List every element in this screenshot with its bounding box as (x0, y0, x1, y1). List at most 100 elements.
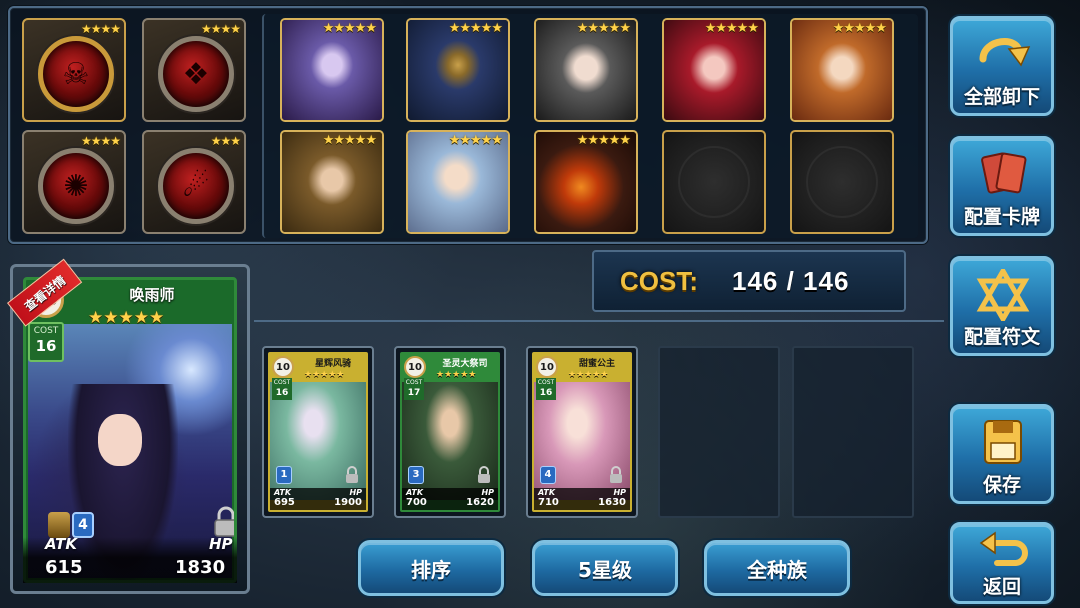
cost-number: 16 (35, 337, 57, 355)
lock-icon[interactable] (344, 466, 360, 484)
deck-card-name: 星辉风骑 (314, 359, 351, 369)
card-stars: ★★★★★ (576, 21, 631, 36)
deck-card-stars: ★★★★★ (568, 370, 609, 380)
save-button[interactable]: 保存 (950, 404, 1054, 504)
cost-value: 146 / 146 (732, 265, 850, 296)
cost-label: COST: (620, 265, 698, 296)
featured-card-cost: COST 16 (28, 322, 64, 362)
blast-rune-icon: ✺ (38, 148, 114, 224)
empty-deck-slot[interactable] (792, 346, 914, 518)
config-runes-label: 配置符文 (963, 326, 1040, 348)
featured-card[interactable]: 唤雨师 ★★★★★ 10 COST 16 4 ATK HP 615 1830 查… (7, 258, 250, 594)
card-slot[interactable]: ★★★★★ (406, 18, 510, 122)
config-cards-button[interactable]: 配置卡牌 (950, 136, 1054, 236)
deck-card-stats: ATK HP 695 1900 (270, 488, 366, 510)
hp-label: HP (209, 535, 233, 553)
flame-rune-icon: ☄ (158, 148, 234, 224)
deck-card-stars: ★★★★★ (436, 370, 477, 380)
card-slot[interactable]: ★★★★★ (280, 130, 384, 234)
deck-card[interactable]: 10 COST 16 星辉风骑 ★★★★★ 1 ATK HP 695 1900 (262, 346, 374, 518)
deck-card-cost: COST 17 (404, 378, 424, 400)
hp-value: 1830 (175, 557, 226, 578)
atk-label: ATK (45, 535, 78, 553)
race-filter-button[interactable]: 全种族 (704, 540, 850, 596)
cost-number: 17 (407, 388, 421, 398)
card-slot[interactable]: ★★★★★ (662, 18, 766, 122)
unload-all-button[interactable]: 全部卸下 (950, 16, 1054, 116)
empty-deck-slot[interactable] (658, 346, 780, 518)
deck-card-cost: COST 16 (536, 378, 556, 400)
deck-card-level: 10 (404, 356, 426, 378)
card-slot[interactable]: ★★★★★ (406, 130, 510, 234)
rune-slot-1[interactable]: ☠ ★★★★ (22, 18, 126, 122)
featured-card-stats: ATK HP 615 1830 (23, 535, 237, 583)
deck-card-name: 圣灵大祭司 (442, 359, 488, 369)
deck-card-cost: COST 16 (272, 378, 292, 400)
card-stars: ★★★★★ (448, 133, 503, 148)
back-label: 返回 (982, 576, 1021, 598)
card-stars: ★★★★★ (832, 21, 887, 36)
hp-label: HP (349, 488, 362, 497)
card-section: ★★★★★ ★★★★★ ★★★★★ ★★★★★ ★★★★★ ★★★★★ ★★★★… (262, 14, 918, 238)
hp-value: 1620 (466, 497, 494, 508)
deck-card-stars: ★★★★★ (304, 370, 345, 380)
sort-button[interactable]: 排序 (358, 540, 504, 596)
rune-stars: ★★★ (210, 134, 241, 148)
equipped-panel: ☠ ★★★★ ❖ ★★★★ ✺ ★★★★ ☄ ★★★ ★★★★★ ★★★★★ ★… (8, 6, 928, 244)
empty-card-slot[interactable] (790, 130, 894, 234)
cost-display: COST: 146 / 146 (592, 250, 906, 312)
lock-icon[interactable] (608, 466, 624, 484)
return-arrow-icon (979, 531, 1028, 566)
featured-face (98, 414, 142, 466)
deck-card-frame: 10 COST 17 圣灵大祭司 ★★★★★ 3 ATK HP 700 1620 (400, 352, 500, 512)
hp-label: HP (613, 488, 626, 497)
rune-slot-2[interactable]: ❖ ★★★★ (142, 18, 246, 122)
deck-card-frame: 10 COST 16 星辉风骑 ★★★★★ 1 ATK HP 695 1900 (268, 352, 368, 512)
card-slot[interactable]: ★★★★★ (534, 18, 638, 122)
card-stars: ★★★★★ (448, 21, 503, 36)
atk-label: ATK (538, 488, 556, 497)
deck-card-badge: 1 (276, 466, 292, 484)
atk-label: ATK (406, 488, 424, 497)
deck-card-badge: 4 (540, 466, 556, 484)
lock-icon[interactable] (212, 506, 237, 538)
featured-card-stars: ★★★★★ (88, 308, 165, 328)
deck-card[interactable]: 10 COST 17 圣灵大祭司 ★★★★★ 3 ATK HP 700 1620 (394, 346, 506, 518)
rune-stars: ★★★★ (200, 22, 241, 36)
deck-card-name: 甜蜜公主 (578, 359, 615, 369)
back-button[interactable]: 返回 (950, 522, 1054, 604)
skull-rune-icon: ☠ (38, 36, 114, 112)
deck-card-level: 10 (272, 356, 294, 378)
card-slot[interactable]: ★★★★★ (534, 130, 638, 234)
atk-label: ATK (274, 488, 292, 497)
card-stars: ★★★★★ (576, 133, 631, 148)
card-slot[interactable]: ★★★★★ (280, 18, 384, 122)
save-label: 保存 (982, 474, 1021, 496)
cards-icon (981, 152, 1027, 194)
unload-all-label: 全部卸下 (963, 86, 1040, 108)
hp-label: HP (481, 488, 494, 497)
rune-stars: ★★★★ (80, 22, 121, 36)
deck-card-stats: ATK HP 700 1620 (402, 488, 498, 510)
card-slot[interactable]: ★★★★★ (790, 18, 894, 122)
deck-card[interactable]: 10 COST 16 甜蜜公主 ★★★★★ 4 ATK HP 710 1630 (526, 346, 638, 518)
rune-slot-4[interactable]: ☄ ★★★ (142, 130, 246, 234)
empty-card-slot[interactable] (662, 130, 766, 234)
rune-stars: ★★★★ (80, 134, 121, 148)
cost-caption: COST (405, 379, 423, 386)
cost-caption: COST (273, 379, 291, 386)
star-filter-button[interactable]: 5星级 (532, 540, 678, 596)
config-runes-button[interactable]: 配置符文 (950, 256, 1054, 356)
hp-value: 1630 (598, 497, 626, 508)
curved-arrow-icon (979, 38, 1031, 67)
rune-section: ☠ ★★★★ ❖ ★★★★ ✺ ★★★★ ☄ ★★★ (16, 14, 258, 238)
deck-card-badge: 3 (408, 466, 424, 484)
atk-value: 700 (406, 497, 427, 508)
lock-icon[interactable] (476, 466, 492, 484)
config-cards-label: 配置卡牌 (963, 206, 1040, 228)
atk-value: 710 (538, 497, 559, 508)
rune-slot-3[interactable]: ✺ ★★★★ (22, 130, 126, 234)
atk-value: 695 (274, 497, 295, 508)
deck-panel: 10 COST 16 星辉风骑 ★★★★★ 1 ATK HP 695 1900 … (254, 320, 944, 520)
atk-value: 615 (45, 557, 83, 578)
